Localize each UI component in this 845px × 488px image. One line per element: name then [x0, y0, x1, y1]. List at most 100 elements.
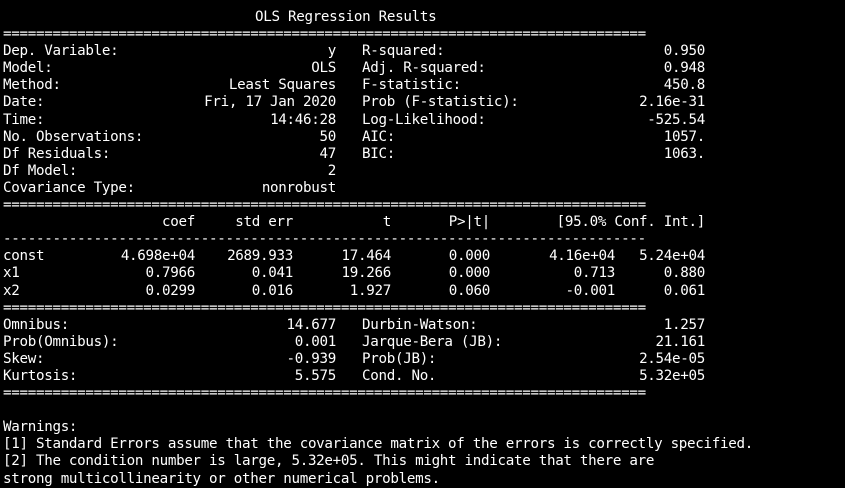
- stat-label: Kurtosis:: [3, 367, 78, 384]
- stat-label: BIC:: [362, 145, 395, 162]
- ci-lower-value: 0.713: [573, 265, 615, 282]
- stat-value: 47: [319, 145, 336, 162]
- column-gap: [336, 180, 362, 197]
- stat-value: 1.257: [663, 316, 705, 333]
- p-value: 0.000: [448, 248, 490, 265]
- stat-value: 14.677: [286, 316, 336, 333]
- ci-lower-value: 4.16e+04: [549, 248, 615, 265]
- ci-upper-value: 5.24e+04: [639, 248, 705, 265]
- ols-results-output: OLS Regression Results =================…: [3, 9, 845, 488]
- stat-value: -525.54: [647, 111, 705, 128]
- stat-label: Prob (F-statistic):: [362, 94, 519, 111]
- results-title: OLS Regression Results: [3, 9, 845, 26]
- column-gap: [336, 77, 362, 94]
- double-rule: ========================================…: [3, 299, 646, 316]
- coef-header-row: coef std err t P>|t| [95.0% Conf. Int.]: [3, 214, 845, 231]
- coef-row: const 4.698e+04 2689.933 17.464 0.000 4.16e+0…: [3, 248, 845, 265]
- p-value: 0.060: [448, 282, 490, 299]
- stat-value: 2.16e-31: [639, 94, 705, 111]
- stat-label: Durbin-Watson:: [362, 316, 478, 333]
- column-gap: [336, 368, 362, 385]
- stat-value: [532, 163, 705, 180]
- coef-header-stderr: std err: [235, 214, 293, 231]
- t-value: 19.266: [341, 265, 391, 282]
- column-gap: [336, 94, 362, 111]
- summary-row: Model: OLS Adj. R-squared: 0.948: [3, 60, 845, 77]
- stat-label: Date:: [3, 94, 45, 111]
- diagnostic-row: Omnibus: 14.677 Durbin-Watson: 1.257: [3, 317, 845, 334]
- stat-label: R-squared:: [362, 43, 445, 60]
- stat-label: Jarque-Bera (JB):: [362, 333, 503, 350]
- stat-label: Df Model:: [3, 162, 78, 179]
- stat-label: Adj. R-squared:: [362, 60, 486, 77]
- stderr-value: 0.041: [251, 265, 293, 282]
- stat-value: Least Squares: [228, 77, 336, 94]
- stat-value: 14:46:28: [270, 111, 336, 128]
- p-value: 0.000: [448, 265, 490, 282]
- stat-value: 5.575: [294, 367, 336, 384]
- column-gap: [336, 351, 362, 368]
- stat-label: AIC:: [362, 128, 395, 145]
- stat-value: y: [327, 43, 336, 60]
- column-gap: [336, 112, 362, 129]
- variable-name: const: [3, 248, 45, 265]
- warning-line-1: [1] Standard Errors assume that the cova…: [3, 436, 753, 453]
- stat-value: OLS: [311, 60, 336, 77]
- stat-label: Covariance Type:: [3, 179, 135, 196]
- double-rule: ========================================…: [3, 197, 646, 214]
- stat-label: F-statistic:: [362, 77, 461, 94]
- stderr-value: 2689.933: [227, 248, 293, 265]
- stat-value: 0.948: [663, 60, 705, 77]
- summary-row: Time: 14:46:28 Log-Likelihood: -525.54: [3, 112, 845, 129]
- coef-value: 4.698e+04: [120, 248, 195, 265]
- column-gap: [336, 317, 362, 334]
- stat-value: -0.939: [286, 350, 336, 367]
- stat-label: Model:: [3, 60, 53, 77]
- stat-label: Time:: [3, 111, 45, 128]
- stat-value: 5.32e+05: [639, 367, 705, 384]
- warnings-heading: Warnings:: [3, 419, 78, 436]
- diagnostic-row: Prob(Omnibus): 0.001 Jarque-Bera (JB): 21.1…: [3, 334, 845, 351]
- coef-row: x2 0.0299 0.016 1.927 0.060 -0.001 0.061: [3, 283, 845, 300]
- single-rule: ----------------------------------------…: [3, 231, 646, 248]
- stat-value: 50: [319, 128, 336, 145]
- coef-header-blank: [3, 214, 73, 231]
- summary-row: Df Residuals: 47 BIC: 1063.: [3, 146, 845, 163]
- diagnostic-row: Kurtosis: 5.575 Cond. No. 5.32e+05: [3, 368, 845, 385]
- stat-label: Prob(JB):: [362, 350, 437, 367]
- stat-label: No. Observations:: [3, 128, 144, 145]
- column-gap: [336, 146, 362, 163]
- stat-label: Method:: [3, 77, 61, 94]
- stat-label: Cond. No.: [362, 367, 437, 384]
- coef-value: 0.0299: [145, 282, 195, 299]
- stat-value: 0.950: [663, 43, 705, 60]
- stat-value: 1063.: [663, 145, 705, 162]
- column-gap: [336, 60, 362, 77]
- residual-diagnostics: Omnibus: 14.677 Durbin-Watson: 1.257 Prob(Om…: [3, 317, 845, 385]
- variable-name: x2: [3, 282, 20, 299]
- stat-value: 2.54e-05: [639, 350, 705, 367]
- coef-header-coef: coef: [162, 214, 195, 231]
- stat-label: [362, 163, 532, 180]
- column-gap: [336, 43, 362, 60]
- stat-value: nonrobust: [261, 179, 336, 196]
- variable-name: x1: [3, 265, 20, 282]
- results-title-text: OLS Regression Results: [255, 9, 437, 25]
- stat-label: Prob(Omnibus):: [3, 333, 119, 350]
- stat-value: 0.001: [294, 333, 336, 350]
- summary-row: Dep. Variable: y R-squared: 0.950: [3, 43, 845, 60]
- stat-label: Dep. Variable:: [3, 43, 119, 60]
- stat-value: 1057.: [663, 128, 705, 145]
- coef-header-p: P>|t|: [448, 214, 490, 231]
- stat-value: 450.8: [663, 77, 705, 94]
- stat-value: 2: [327, 162, 336, 179]
- summary-row: No. Observations: 50 AIC: 1057.: [3, 129, 845, 146]
- stat-value: Fri, 17 Jan 2020: [204, 94, 336, 111]
- stat-label: [362, 180, 532, 197]
- warning-line-3: strong multicollinearity or other numeri…: [3, 470, 440, 487]
- warning-line-2: [2] The condition number is large, 5.32e…: [3, 453, 655, 470]
- stat-label: Df Residuals:: [3, 145, 111, 162]
- summary-row: Df Model: 2: [3, 163, 845, 180]
- coef-table-body: const 4.698e+04 2689.933 17.464 0.000 4.16e+0…: [3, 248, 845, 299]
- summary-row: Method: Least Squares F-statistic: 450.8: [3, 77, 845, 94]
